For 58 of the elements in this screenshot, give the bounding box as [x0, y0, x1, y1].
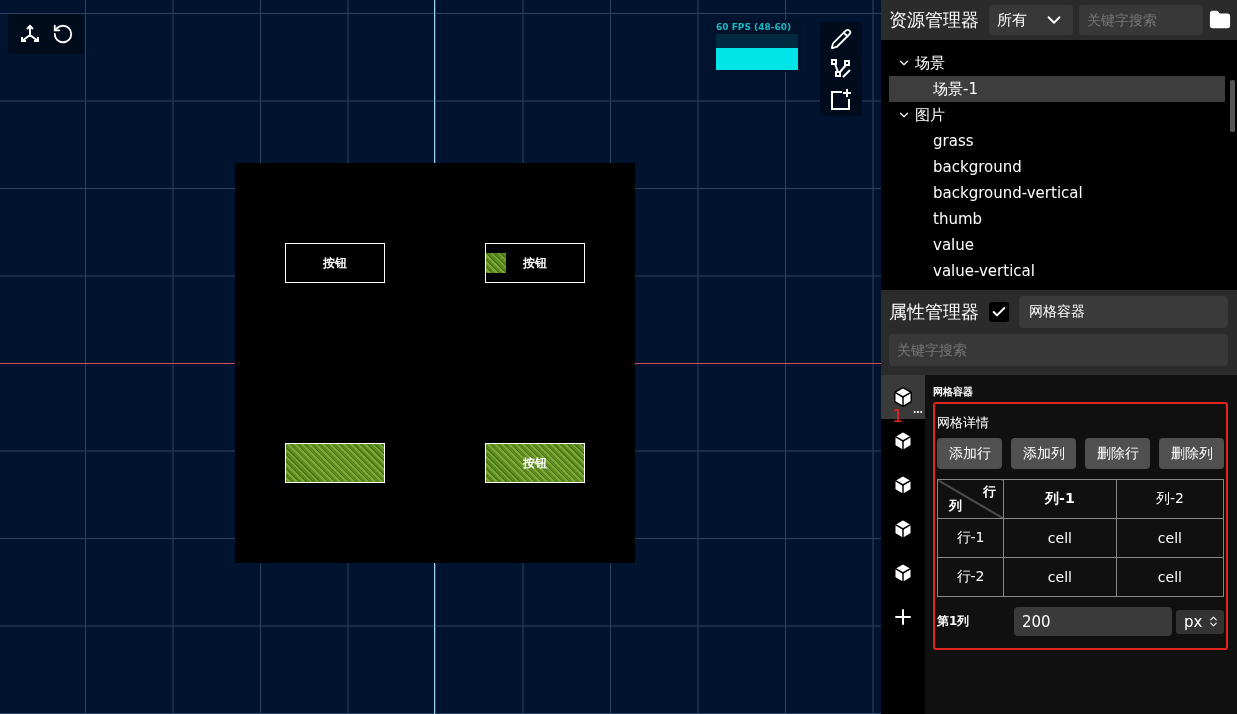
- search-field[interactable]: 关键字搜索: [1079, 5, 1203, 35]
- search-field[interactable]: 关键字搜索: [889, 334, 1228, 366]
- panel-title: 资源管理器: [889, 8, 979, 32]
- row-header[interactable]: 行-2: [937, 557, 1004, 597]
- tree-item[interactable]: 场景-1: [889, 76, 1225, 102]
- tree-item[interactable]: grass: [889, 128, 1225, 154]
- column-header[interactable]: 列-2: [1116, 479, 1224, 519]
- enable-checkbox[interactable]: [989, 302, 1009, 322]
- cube-icon: [892, 474, 914, 496]
- tree-item[interactable]: value-vertical: [889, 258, 1225, 284]
- tree-item[interactable]: 场景: [889, 50, 1225, 76]
- outline-button[interactable]: 按钮: [485, 243, 585, 283]
- grid-action-button[interactable]: 添加行: [937, 438, 1002, 469]
- up-down-icon: [1207, 615, 1220, 628]
- cube-icon: [892, 518, 914, 540]
- grid-action-button[interactable]: 删除列: [1159, 438, 1224, 469]
- column-header[interactable]: 列-1: [1003, 479, 1117, 519]
- axes-icon[interactable]: [18, 23, 42, 45]
- outline-button[interactable]: 按钮: [285, 243, 385, 283]
- section-title: 网格详情: [937, 414, 990, 432]
- add-frame-icon[interactable]: [830, 88, 852, 110]
- reset-button[interactable]: [52, 23, 74, 45]
- edit-button[interactable]: [830, 28, 852, 50]
- rotate-icon: [52, 23, 74, 45]
- filter-dropdown[interactable]: 所有: [989, 5, 1074, 35]
- tree-item[interactable]: 图片: [889, 102, 1225, 128]
- table-cell: cell: [1003, 518, 1117, 558]
- field-label: 第1列: [937, 613, 971, 630]
- tree-item[interactable]: background-vertical: [889, 180, 1225, 206]
- cube-icon: [892, 386, 914, 408]
- tree-item[interactable]: background: [889, 154, 1225, 180]
- section-title: 网格容器: [933, 385, 974, 399]
- tree-item[interactable]: thumb: [889, 206, 1225, 232]
- node-edit-icon[interactable]: [830, 58, 852, 80]
- table-cell: cell: [1116, 518, 1224, 558]
- cube-icon: [892, 430, 914, 452]
- folder-button[interactable]: [1209, 9, 1231, 31]
- tree-item[interactable]: value: [889, 232, 1225, 258]
- row-header[interactable]: 行-1: [937, 518, 1004, 558]
- annotation-number: 1: [892, 405, 904, 426]
- grid-action-button[interactable]: 添加列: [1011, 438, 1076, 469]
- scrollbar[interactable]: [1230, 80, 1235, 132]
- button-label: 按钮: [323, 254, 347, 272]
- cube-icon: [892, 562, 914, 584]
- table-cell: cell: [1003, 557, 1117, 597]
- fps-label: 60 FPS (48-60): [716, 22, 793, 32]
- grid-action-button[interactable]: 删除行: [1085, 438, 1150, 469]
- name-field[interactable]: 网格容器: [1019, 296, 1228, 328]
- panel-title: 属性管理器: [889, 300, 979, 324]
- button-label: 按钮: [523, 454, 547, 472]
- width-field[interactable]: 200: [1014, 607, 1172, 636]
- grass-button[interactable]: [285, 443, 385, 483]
- pencil-icon: [830, 28, 852, 50]
- unit-select[interactable]: px: [1176, 609, 1224, 634]
- corner-cell: 行 列: [937, 479, 1004, 519]
- button-label: 按钮: [523, 254, 547, 272]
- folder-icon: [1209, 9, 1231, 31]
- table-cell: cell: [1116, 557, 1224, 597]
